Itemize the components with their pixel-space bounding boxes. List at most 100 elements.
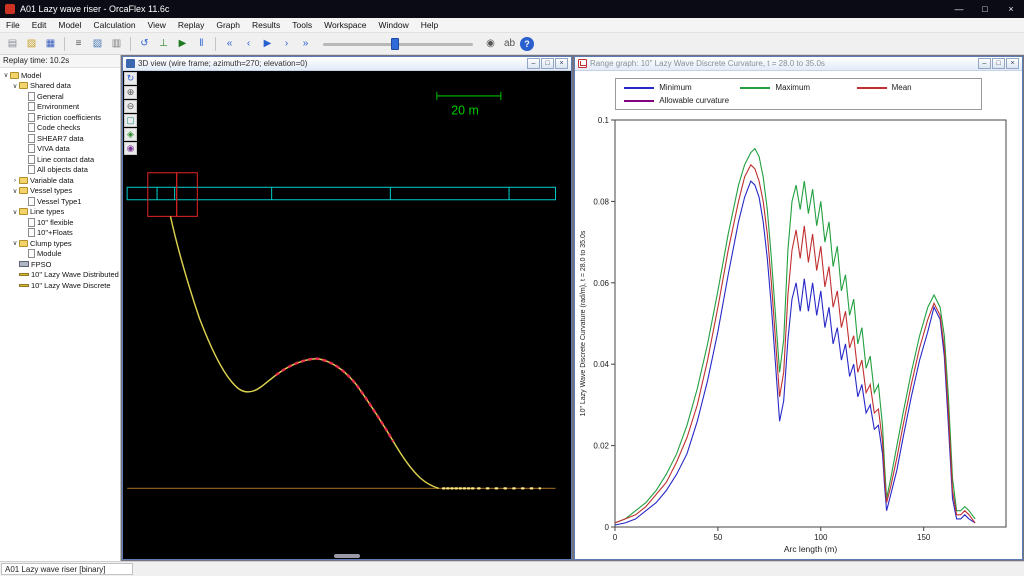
graph-maximize-button[interactable]: □ bbox=[992, 58, 1005, 69]
open-model-icon[interactable]: ▨ bbox=[23, 35, 40, 52]
tree-item-label: 10" flexible bbox=[37, 217, 74, 227]
menu-help[interactable]: Help bbox=[415, 20, 444, 30]
tree-expander-icon[interactable]: ∨ bbox=[11, 82, 19, 90]
minimize-button[interactable]: — bbox=[946, 0, 972, 18]
model-tree: ∨ Model ∨ Shared data General Environment Fric… bbox=[0, 68, 120, 561]
properties-icon[interactable]: ▥ bbox=[108, 35, 125, 52]
tree-expander-icon[interactable]: › bbox=[11, 177, 19, 184]
close-button[interactable]: × bbox=[998, 0, 1024, 18]
tree-item-line-types[interactable]: ∨ Line types bbox=[0, 207, 120, 218]
select-box-icon[interactable]: ▢ bbox=[124, 114, 137, 127]
view3d-close-button[interactable]: × bbox=[555, 58, 568, 69]
tree-item-module[interactable]: Module bbox=[0, 249, 120, 260]
camera-icon[interactable]: ◉ bbox=[124, 142, 137, 155]
tree-item-label: General bbox=[37, 91, 64, 101]
tree-item-viva-data[interactable]: VIVA data bbox=[0, 144, 120, 155]
menu-workspace[interactable]: Workspace bbox=[318, 20, 372, 30]
svg-text:0.08: 0.08 bbox=[593, 197, 609, 206]
measure-icon[interactable]: ◈ bbox=[124, 128, 137, 141]
selection-box bbox=[147, 172, 198, 217]
view3d-titlebar[interactable]: 3D view (wire frame; azimuth=270; elevat… bbox=[123, 57, 571, 71]
view3d-hscrollbar[interactable] bbox=[334, 554, 360, 558]
tree-expander-icon[interactable]: ∨ bbox=[11, 239, 19, 247]
tree-item-label: All objects data bbox=[37, 165, 88, 175]
tree-item-shear7-data[interactable]: SHEAR7 data bbox=[0, 133, 120, 144]
tree-item-10-flexible[interactable]: 10" flexible bbox=[0, 217, 120, 228]
tree-item-label: Friction coefficients bbox=[37, 112, 102, 122]
replay-step-forward-icon[interactable]: › bbox=[278, 35, 295, 52]
tree-item-vessel-type1[interactable]: Vessel Type1 bbox=[0, 196, 120, 207]
menu-model[interactable]: Model bbox=[52, 20, 87, 30]
tree-item-variable-data[interactable]: › Variable data bbox=[0, 175, 120, 186]
tree-item-clump-types[interactable]: ∨ Clump types bbox=[0, 238, 120, 249]
tree-expander-icon[interactable]: ∨ bbox=[11, 208, 19, 216]
tree-expander-icon[interactable]: ∨ bbox=[11, 187, 19, 195]
app-titlebar: A01 Lazy wave riser - OrcaFlex 11.6c — □… bbox=[0, 0, 1024, 18]
examine-mode-icon[interactable]: ◉ bbox=[482, 35, 499, 52]
replay-step-back-icon[interactable]: ‹ bbox=[240, 35, 257, 52]
tree-item-vessel-types[interactable]: ∨ Vessel types bbox=[0, 186, 120, 197]
tree-item-label: VIVA data bbox=[37, 144, 70, 154]
menu-calculation[interactable]: Calculation bbox=[88, 20, 142, 30]
view3d-window: 3D view (wire frame; azimuth=270; elevat… bbox=[122, 56, 572, 560]
menu-view[interactable]: View bbox=[142, 20, 172, 30]
tree-item-label: Variable data bbox=[30, 175, 74, 185]
menu-graph[interactable]: Graph bbox=[210, 20, 246, 30]
replay-speed-slider[interactable] bbox=[323, 36, 473, 52]
rotate-view-icon[interactable]: ↻ bbox=[124, 72, 137, 85]
menu-results[interactable]: Results bbox=[246, 20, 286, 30]
zoom-out-icon[interactable]: ⊖ bbox=[124, 100, 137, 113]
doc-icon bbox=[28, 228, 35, 238]
new-model-icon[interactable]: ▤ bbox=[4, 35, 21, 52]
range-graph-titlebar[interactable]: Range graph: 10" Lazy Wave Discrete Curv… bbox=[575, 57, 1022, 71]
pause-simulation-icon[interactable]: ‖ bbox=[193, 35, 210, 52]
view3d-maximize-button[interactable]: □ bbox=[541, 58, 554, 69]
replay-play-icon[interactable]: ▶ bbox=[259, 35, 276, 52]
scale-bar: 20 m bbox=[436, 91, 502, 118]
slider-thumb[interactable] bbox=[390, 37, 399, 50]
maximize-button[interactable]: □ bbox=[972, 0, 998, 18]
tree-item-general[interactable]: General bbox=[0, 91, 120, 102]
menu-tools[interactable]: Tools bbox=[286, 20, 318, 30]
tree-item-all-objects-data[interactable]: All objects data bbox=[0, 165, 120, 176]
new-3d-view-icon[interactable]: ▧ bbox=[89, 35, 106, 52]
tree-item-model[interactable]: ∨ Model bbox=[0, 70, 120, 81]
tree-item-10-lazy-wave-discrete[interactable]: 10" Lazy Wave Discrete bbox=[0, 280, 120, 291]
menu-window[interactable]: Window bbox=[373, 20, 415, 30]
riser-floats-section bbox=[275, 357, 395, 443]
tree-item-10-lazy-wave-distributed[interactable]: 10" Lazy Wave Distributed bbox=[0, 270, 120, 281]
show-labels-icon[interactable]: ab bbox=[501, 35, 518, 52]
svg-text:0: 0 bbox=[605, 523, 610, 532]
legend-item-minimum: Minimum bbox=[624, 83, 740, 92]
model-browser-icon[interactable]: ≡ bbox=[70, 35, 87, 52]
menu-replay[interactable]: Replay bbox=[172, 20, 210, 30]
replay-step-end-icon[interactable]: » bbox=[297, 35, 314, 52]
view3d-canvas[interactable]: 20 m ↻ ⊕ ⊖ ▢ ◈ ◉ bbox=[123, 71, 571, 559]
tree-item-fpso[interactable]: FPSO bbox=[0, 259, 120, 270]
reset-model-icon[interactable]: ↺ bbox=[136, 35, 153, 52]
tree-item-friction-coefficients[interactable]: Friction coefficients bbox=[0, 112, 120, 123]
tree-item-line-contact-data[interactable]: Line contact data bbox=[0, 154, 120, 165]
tree-item-code-checks[interactable]: Code checks bbox=[0, 123, 120, 134]
zoom-in-icon[interactable]: ⊕ bbox=[124, 86, 137, 99]
view3d-minimize-button[interactable]: – bbox=[527, 58, 540, 69]
menu-file[interactable]: File bbox=[0, 20, 26, 30]
doc-icon bbox=[28, 165, 35, 175]
save-model-icon[interactable]: ▦ bbox=[42, 35, 59, 52]
tree-item-shared-data[interactable]: ∨ Shared data bbox=[0, 81, 120, 92]
mdi-area: 3D view (wire frame; azimuth=270; elevat… bbox=[121, 55, 1024, 561]
range-graph-title: Range graph: 10" Lazy Wave Discrete Curv… bbox=[590, 59, 825, 68]
static-analysis-icon[interactable]: ⊥ bbox=[155, 35, 172, 52]
help-icon[interactable]: ? bbox=[520, 36, 534, 51]
graph-close-button[interactable]: × bbox=[1006, 58, 1019, 69]
tree-item-10-floats[interactable]: 10"+Floats bbox=[0, 228, 120, 239]
run-dynamics-icon[interactable]: ▶ bbox=[174, 35, 191, 52]
legend-label: Allowable curvature bbox=[659, 96, 730, 105]
doc-icon bbox=[28, 112, 35, 122]
tree-expander-icon[interactable]: ∨ bbox=[2, 71, 10, 79]
tree-item-environment[interactable]: Environment bbox=[0, 102, 120, 113]
tree-item-label: 10"+Floats bbox=[37, 228, 73, 238]
menu-edit[interactable]: Edit bbox=[26, 20, 53, 30]
graph-minimize-button[interactable]: – bbox=[978, 58, 991, 69]
replay-step-start-icon[interactable]: « bbox=[221, 35, 238, 52]
